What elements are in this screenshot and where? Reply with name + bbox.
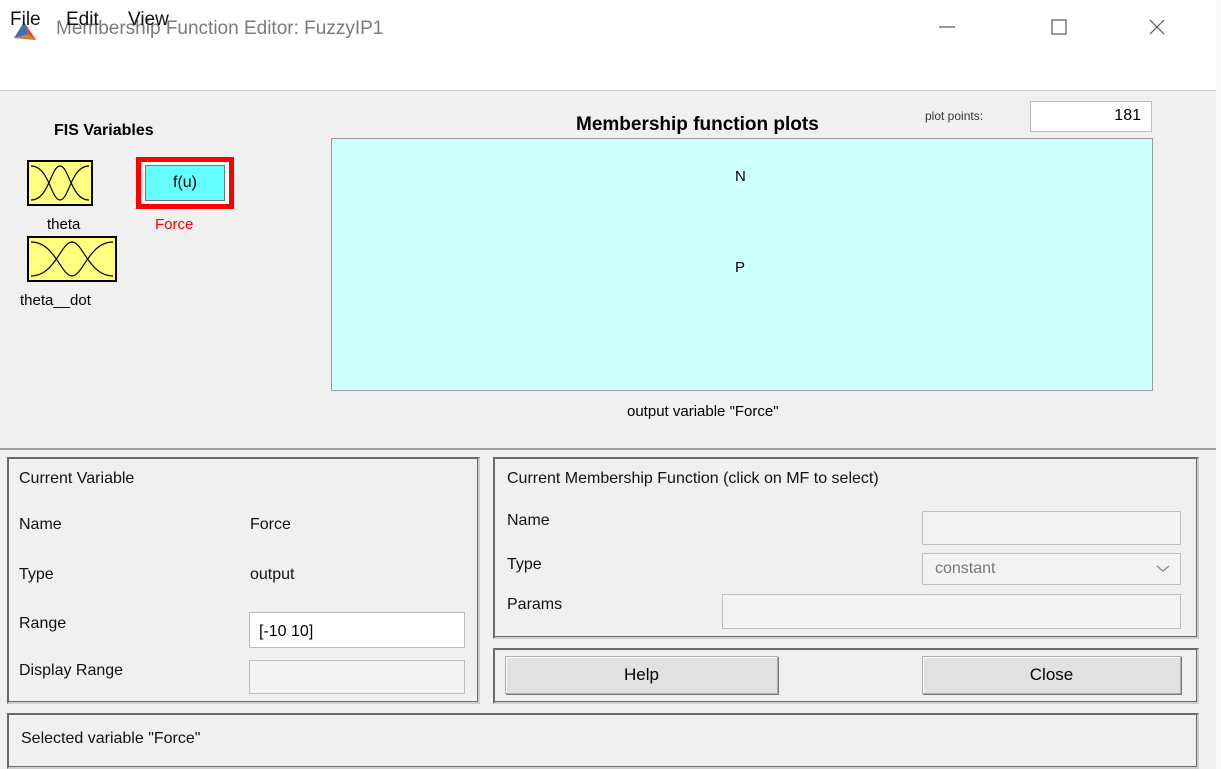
input-variable-theta-dot[interactable] xyxy=(27,236,117,282)
minimize-button[interactable] xyxy=(912,4,982,50)
input-variable-theta[interactable] xyxy=(27,160,93,206)
current-variable-title: Current Variable xyxy=(19,470,135,487)
help-button[interactable]: Help xyxy=(505,656,778,694)
mf-params-input[interactable] xyxy=(722,594,1181,629)
output-label-force: Force xyxy=(155,216,194,233)
plot-title: Membership function plots xyxy=(576,114,819,135)
display-range-input[interactable] xyxy=(249,660,465,694)
chevron-down-icon xyxy=(1151,556,1175,580)
status-text: Selected variable "Force" xyxy=(21,730,201,747)
window-edge xyxy=(1216,0,1221,769)
variable-type-label: Type xyxy=(19,566,54,583)
input-label-theta-dot: theta__dot xyxy=(20,292,91,309)
display-range-label: Display Range xyxy=(19,662,124,679)
output-variable-force[interactable]: f(u) xyxy=(145,165,225,201)
section-divider xyxy=(0,448,1216,450)
plot-caption: output variable "Force" xyxy=(627,403,779,420)
menu-file[interactable]: File xyxy=(10,9,41,31)
maximize-button[interactable] xyxy=(1024,4,1094,50)
menu-view[interactable]: View xyxy=(128,9,169,31)
mf-name-label: Name xyxy=(507,512,550,529)
variable-type-value: output xyxy=(250,566,295,583)
current-mf-title: Current Membership Function (click on MF… xyxy=(507,470,879,487)
variable-range-label: Range xyxy=(19,615,67,632)
close-icon xyxy=(1149,19,1165,35)
close-window-button[interactable] xyxy=(1122,4,1192,50)
input-label-theta: theta xyxy=(47,216,81,233)
close-button[interactable]: Close xyxy=(922,656,1181,694)
variable-range-input[interactable]: [-10 10] xyxy=(249,612,465,648)
mf-params-label: Params xyxy=(507,596,563,613)
maximize-icon xyxy=(1051,19,1067,35)
window-title: Membership Function Editor: FuzzyIP1 xyxy=(56,18,384,39)
mf-type-select[interactable]: constant xyxy=(922,553,1181,585)
menu-edit[interactable]: Edit xyxy=(66,9,99,31)
plot-points-input[interactable]: 181 xyxy=(1030,101,1152,132)
menu-bar xyxy=(0,52,1221,90)
plot-points-label: plot points: xyxy=(925,109,984,123)
output-function-text: f(u) xyxy=(173,174,197,191)
mf-label-p[interactable]: P xyxy=(735,259,745,276)
minimize-icon xyxy=(939,26,955,28)
variable-name-label: Name xyxy=(19,516,62,533)
membership-curves-icon xyxy=(30,165,90,201)
variable-name-value: Force xyxy=(250,516,291,533)
mf-type-label: Type xyxy=(507,556,542,573)
fis-variables-title: FIS Variables xyxy=(54,122,154,139)
membership-curves-icon xyxy=(30,241,114,277)
mf-label-n[interactable]: N xyxy=(735,168,746,185)
mf-name-input[interactable] xyxy=(922,511,1181,545)
